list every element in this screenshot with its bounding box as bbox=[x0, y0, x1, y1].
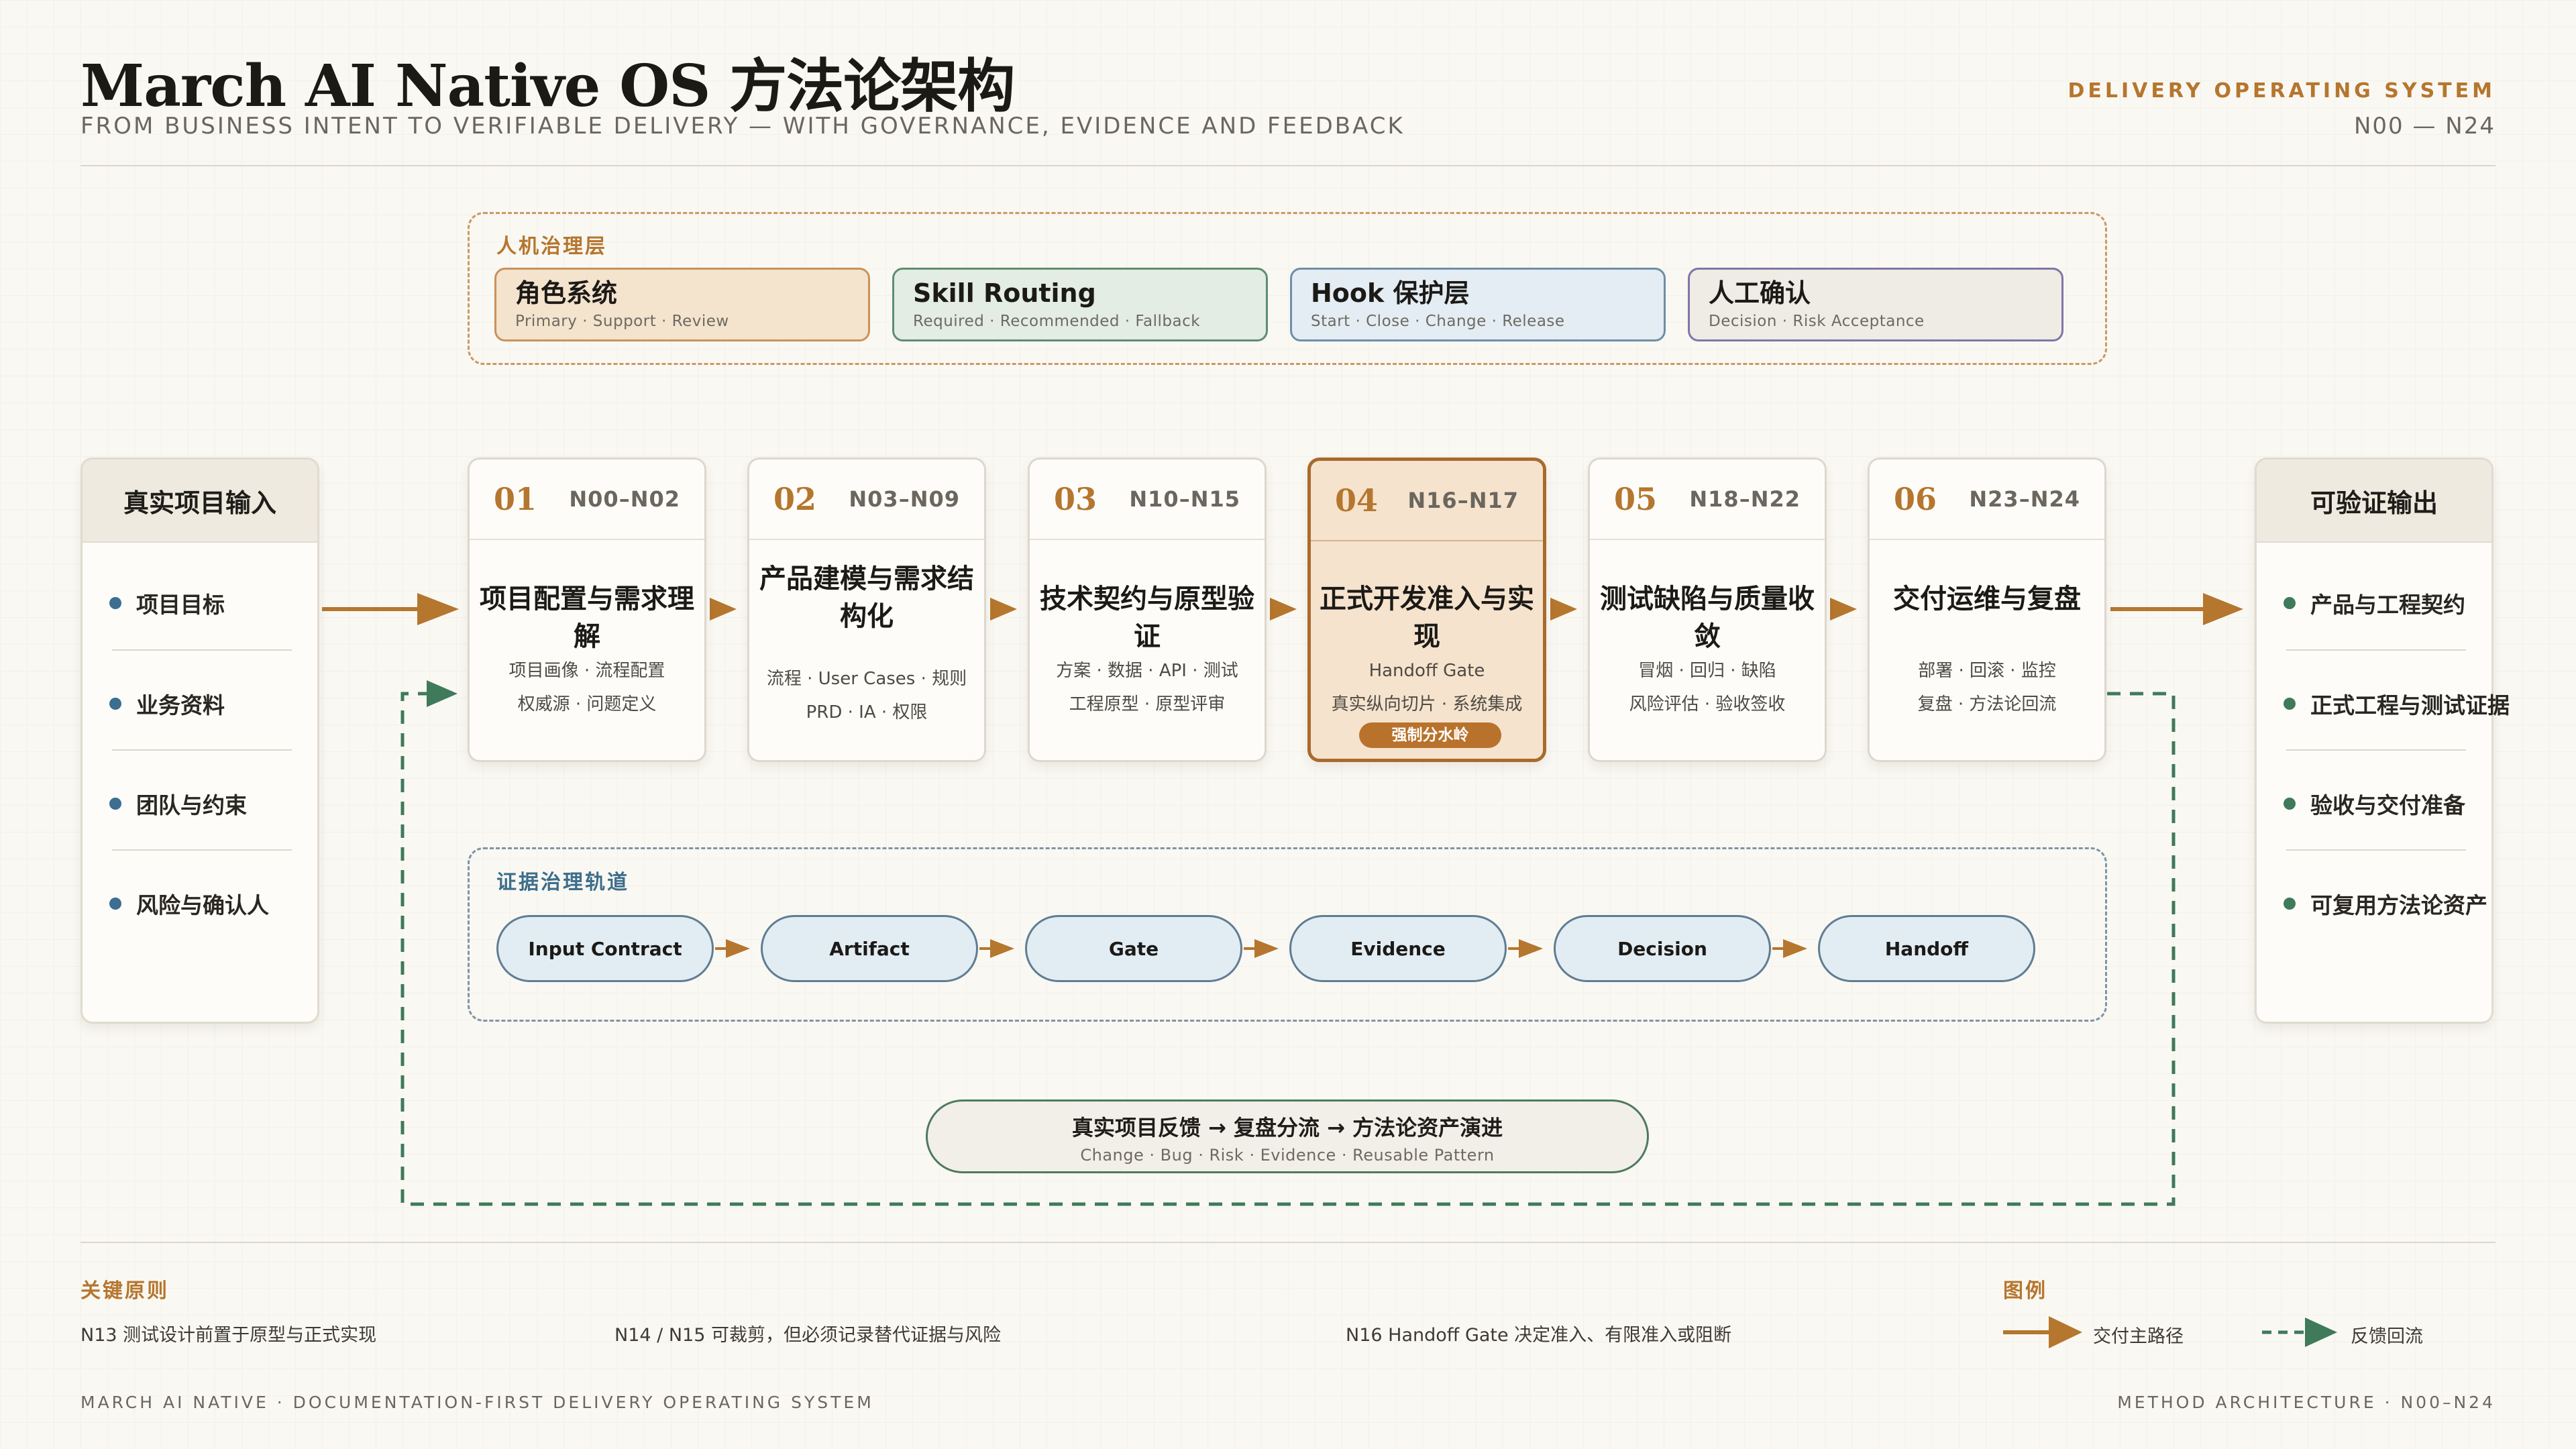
stage-number: 06 bbox=[1894, 481, 1937, 517]
legend-label: 图例 bbox=[2003, 1279, 2047, 1303]
stage-title: 项目配置与需求理解 bbox=[480, 584, 694, 652]
input-item: 项目目标 bbox=[109, 587, 225, 619]
governance-card-skill-routing[interactable]: Skill Routing Required · Recommended · F… bbox=[892, 268, 1268, 341]
evidence-step-input-contract[interactable]: Input Contract bbox=[496, 915, 714, 982]
arrow-head-06-to-output bbox=[2203, 593, 2243, 625]
output-item: 正式工程与测试证据 bbox=[2284, 688, 2510, 720]
stage-card-03[interactable]: 03 N10–N15 技术契约与原型验证 方案 · 数据 · API · 测试 工… bbox=[1028, 458, 1267, 762]
principles-label: 关键原则 bbox=[80, 1279, 169, 1303]
input-item: 团队与约束 bbox=[109, 788, 247, 820]
stage-card-01[interactable]: 01 N00–N02 项目配置与需求理解 项目画像 · 流程配置 权威源 · 问题… bbox=[468, 458, 706, 762]
stage-title: 技术契约与原型验证 bbox=[1040, 584, 1254, 652]
stage-range: N00–N02 bbox=[569, 486, 680, 512]
legend-feedback-mark bbox=[2262, 1318, 2337, 1347]
feedback-pill[interactable]: 真实项目反馈 → 复盘分流 → 方法论资产演进 Change · Bug · R… bbox=[926, 1099, 1649, 1173]
governance-card-sub: Start · Close · Change · Release bbox=[1311, 313, 1565, 330]
bullet-icon bbox=[2284, 898, 2296, 910]
stage-card-04[interactable]: 04 N16–N17 正式开发准入与实现 Handoff Gate 真实纵向切片 … bbox=[1307, 458, 1546, 762]
output-card-title: 可验证输出 bbox=[2257, 460, 2491, 543]
stage-desc: 部署 · 回滚 · 监控 bbox=[1918, 661, 2056, 681]
governance-card-title: 角色系统 bbox=[515, 278, 618, 308]
stage-number: 04 bbox=[1335, 482, 1379, 519]
evidence-step-evidence[interactable]: Evidence bbox=[1289, 915, 1507, 982]
legend-main-mark bbox=[2003, 1316, 2082, 1348]
input-item: 风险与确认人 bbox=[109, 888, 269, 920]
principle-item: N13 测试设计前置于原型与正式实现 bbox=[80, 1325, 377, 1346]
stage-desc: Handoff Gate bbox=[1368, 661, 1485, 681]
governance-card-human-confirm[interactable]: 人工确认 Decision · Risk Acceptance bbox=[1688, 268, 2063, 341]
stage-title: 产品建模与需求结 bbox=[759, 564, 974, 594]
evidence-step-handoff[interactable]: Handoff bbox=[1818, 915, 2035, 982]
bullet-icon bbox=[109, 698, 121, 710]
governance-card-title: 人工确认 bbox=[1709, 278, 1811, 308]
bullet-icon bbox=[2284, 698, 2296, 710]
stage-range: N23–N24 bbox=[1969, 486, 2080, 512]
footer-left: MARCH AI NATIVE · DOCUMENTATION-FIRST DE… bbox=[80, 1393, 874, 1412]
output-item: 可复用方法论资产 bbox=[2284, 888, 2487, 920]
legend-feedback-label: 反馈回流 bbox=[2351, 1326, 2423, 1347]
stage-card-05[interactable]: 05 N18–N22 测试缺陷与质量收敛 冒烟 · 回归 · 缺陷 风险评估 · … bbox=[1588, 458, 1827, 762]
output-item: 验收与交付准备 bbox=[2284, 788, 2465, 820]
stage-number: 03 bbox=[1054, 481, 1097, 517]
input-card-title: 真实项目输入 bbox=[83, 460, 317, 543]
governance-card-roles[interactable]: 角色系统 Primary · Support · Review bbox=[494, 268, 870, 341]
governance-card-title: Hook 保护层 bbox=[1311, 278, 1470, 308]
stage-number: 05 bbox=[1614, 481, 1658, 517]
governance-card-hook[interactable]: Hook 保护层 Start · Close · Change · Releas… bbox=[1290, 268, 1666, 341]
stage-desc: 方案 · 数据 · API · 测试 bbox=[1056, 661, 1238, 681]
stage-desc: 权威源 · 问题定义 bbox=[517, 694, 657, 714]
stage-number: 01 bbox=[494, 481, 537, 517]
stage-title: 构化 bbox=[840, 601, 894, 632]
stage-card-02[interactable]: 02 N03–N09 产品建模与需求结 构化 流程 · User Cases · … bbox=[747, 458, 986, 762]
input-card: 真实项目输入 项目目标 业务资料 团队与约束 风险与确认人 bbox=[80, 458, 319, 1024]
stage-desc: 真实纵向切片 · 系统集成 bbox=[1331, 694, 1523, 714]
governance-card-sub: Primary · Support · Review bbox=[515, 313, 729, 330]
stage-desc: 风险评估 · 验收签收 bbox=[1629, 694, 1786, 714]
bullet-icon bbox=[109, 798, 121, 810]
governance-label: 人机治理层 bbox=[496, 235, 607, 258]
governance-card-title: Skill Routing bbox=[913, 278, 1096, 308]
feedback-title: 真实项目反馈 → 复盘分流 → 方法论资产演进 bbox=[1071, 1115, 1503, 1140]
arrow-05-06 bbox=[1830, 598, 1857, 621]
stage-title: 正式开发准入与实现 bbox=[1320, 584, 1534, 652]
stage-range: N10–N15 bbox=[1129, 486, 1240, 512]
bullet-icon bbox=[2284, 798, 2296, 810]
arrow-04-05 bbox=[1550, 598, 1577, 621]
stage-desc: 项目画像 · 流程配置 bbox=[508, 661, 665, 681]
arrow-01-02 bbox=[710, 598, 737, 621]
stage-card-06[interactable]: 06 N23–N24 交付运维与复盘 部署 · 回滚 · 监控 复盘 · 方法论回… bbox=[1868, 458, 2106, 762]
stage-title: 交付运维与复盘 bbox=[1893, 584, 2081, 614]
governance-card-sub: Decision · Risk Acceptance bbox=[1709, 313, 1925, 330]
stage-desc: 复盘 · 方法论回流 bbox=[1917, 694, 2057, 714]
bullet-icon bbox=[2284, 597, 2296, 609]
evidence-label: 证据治理轨道 bbox=[496, 871, 629, 894]
governance-card-sub: Required · Recommended · Fallback bbox=[913, 313, 1201, 330]
stage-range: N18–N22 bbox=[1689, 486, 1801, 512]
evidence-step-gate[interactable]: Gate bbox=[1025, 915, 1242, 982]
principle-item: N16 Handoff Gate 决定准入、有限准入或阻断 bbox=[1346, 1325, 1732, 1346]
bullet-icon bbox=[109, 597, 121, 609]
output-card: 可验证输出 产品与工程契约 正式工程与测试证据 验收与交付准备 可复用方法论资产 bbox=[2255, 458, 2510, 1024]
stage-range: N16–N17 bbox=[1407, 488, 1519, 513]
stage-number: 02 bbox=[773, 481, 817, 517]
stage-desc: 冒烟 · 回归 · 缺陷 bbox=[1638, 661, 1776, 681]
principle-item: N14 / N15 可裁剪，但必须记录替代证据与风险 bbox=[614, 1325, 1001, 1346]
stage-desc: 工程原型 · 原型评审 bbox=[1069, 694, 1226, 714]
bullet-icon bbox=[109, 898, 121, 910]
arrow-head-input-to-01 bbox=[417, 593, 459, 625]
footer-right: METHOD ARCHITECTURE · N00–N24 bbox=[2117, 1393, 2496, 1412]
output-item: 产品与工程契约 bbox=[2284, 587, 2465, 619]
evidence-step-artifact[interactable]: Artifact bbox=[761, 915, 978, 982]
stage-desc: 流程 · User Cases · 规则 bbox=[766, 669, 967, 689]
gate-badge: 强制分水岭 bbox=[1359, 722, 1501, 748]
input-item: 业务资料 bbox=[109, 688, 225, 720]
evidence-step-decision[interactable]: Decision bbox=[1554, 915, 1771, 982]
arrow-03-04 bbox=[1270, 598, 1297, 621]
legend-main-label: 交付主路径 bbox=[2093, 1326, 2184, 1347]
stage-range: N03–N09 bbox=[849, 486, 960, 512]
arrow-02-03 bbox=[990, 598, 1017, 621]
feedback-sub: Change · Bug · Risk · Evidence · Reusabl… bbox=[1080, 1146, 1495, 1165]
stage-desc: PRD · IA · 权限 bbox=[806, 702, 928, 722]
stage-title: 测试缺陷与质量收敛 bbox=[1600, 584, 1815, 652]
